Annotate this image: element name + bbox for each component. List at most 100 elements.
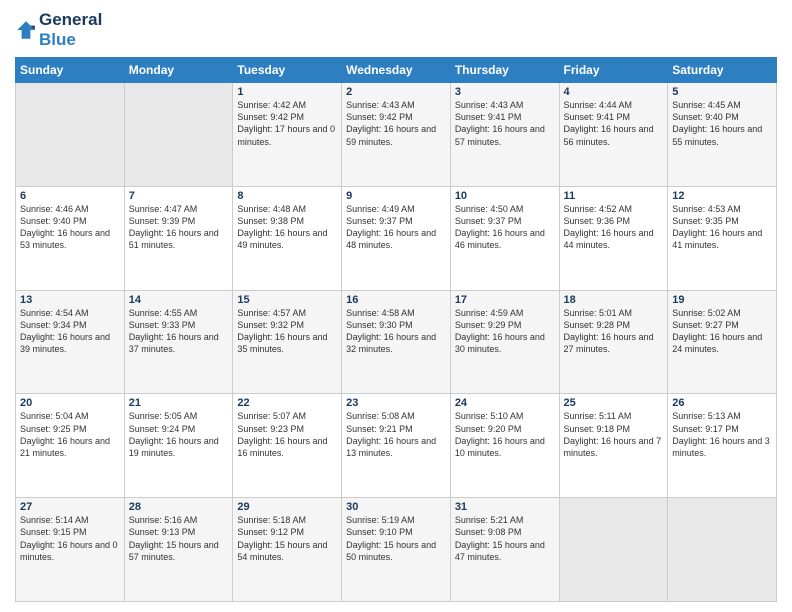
day-number: 31 xyxy=(455,501,555,513)
day-number: 12 xyxy=(672,190,772,202)
cell-info: Sunrise: 5:01 AMSunset: 9:28 PMDaylight:… xyxy=(564,307,664,356)
calendar-cell: 9Sunrise: 4:49 AMSunset: 9:37 PMDaylight… xyxy=(342,186,451,290)
calendar-cell: 31Sunrise: 5:21 AMSunset: 9:08 PMDayligh… xyxy=(450,498,559,602)
calendar-cell: 4Sunrise: 4:44 AMSunset: 9:41 PMDaylight… xyxy=(559,83,668,187)
calendar-cell: 30Sunrise: 5:19 AMSunset: 9:10 PMDayligh… xyxy=(342,498,451,602)
day-number: 24 xyxy=(455,397,555,409)
calendar-cell: 8Sunrise: 4:48 AMSunset: 9:38 PMDaylight… xyxy=(233,186,342,290)
day-number: 7 xyxy=(129,190,229,202)
cell-info: Sunrise: 5:02 AMSunset: 9:27 PMDaylight:… xyxy=(672,307,772,356)
header: General Blue xyxy=(15,10,777,49)
calendar-cell: 17Sunrise: 4:59 AMSunset: 9:29 PMDayligh… xyxy=(450,290,559,394)
day-number: 23 xyxy=(346,397,446,409)
calendar-cell: 3Sunrise: 4:43 AMSunset: 9:41 PMDaylight… xyxy=(450,83,559,187)
day-number: 8 xyxy=(237,190,337,202)
day-header-saturday: Saturday xyxy=(668,58,777,83)
day-number: 16 xyxy=(346,294,446,306)
calendar-week-4: 20Sunrise: 5:04 AMSunset: 9:25 PMDayligh… xyxy=(16,394,777,498)
day-number: 17 xyxy=(455,294,555,306)
cell-info: Sunrise: 5:07 AMSunset: 9:23 PMDaylight:… xyxy=(237,410,337,459)
day-header-friday: Friday xyxy=(559,58,668,83)
day-number: 2 xyxy=(346,86,446,98)
cell-info: Sunrise: 5:08 AMSunset: 9:21 PMDaylight:… xyxy=(346,410,446,459)
page: General Blue SundayMondayTuesdayWednesda… xyxy=(0,0,792,612)
cell-info: Sunrise: 4:58 AMSunset: 9:30 PMDaylight:… xyxy=(346,307,446,356)
calendar-cell: 29Sunrise: 5:18 AMSunset: 9:12 PMDayligh… xyxy=(233,498,342,602)
calendar-cell: 26Sunrise: 5:13 AMSunset: 9:17 PMDayligh… xyxy=(668,394,777,498)
cell-info: Sunrise: 5:19 AMSunset: 9:10 PMDaylight:… xyxy=(346,514,446,563)
calendar-cell: 21Sunrise: 5:05 AMSunset: 9:24 PMDayligh… xyxy=(124,394,233,498)
cell-info: Sunrise: 5:13 AMSunset: 9:17 PMDaylight:… xyxy=(672,410,772,459)
calendar-week-2: 6Sunrise: 4:46 AMSunset: 9:40 PMDaylight… xyxy=(16,186,777,290)
cell-info: Sunrise: 4:57 AMSunset: 9:32 PMDaylight:… xyxy=(237,307,337,356)
cell-info: Sunrise: 4:44 AMSunset: 9:41 PMDaylight:… xyxy=(564,99,664,148)
cell-info: Sunrise: 4:48 AMSunset: 9:38 PMDaylight:… xyxy=(237,203,337,252)
calendar-cell: 19Sunrise: 5:02 AMSunset: 9:27 PMDayligh… xyxy=(668,290,777,394)
day-number: 10 xyxy=(455,190,555,202)
calendar-cell: 23Sunrise: 5:08 AMSunset: 9:21 PMDayligh… xyxy=(342,394,451,498)
calendar-cell: 20Sunrise: 5:04 AMSunset: 9:25 PMDayligh… xyxy=(16,394,125,498)
calendar-cell: 7Sunrise: 4:47 AMSunset: 9:39 PMDaylight… xyxy=(124,186,233,290)
day-number: 22 xyxy=(237,397,337,409)
cell-info: Sunrise: 4:45 AMSunset: 9:40 PMDaylight:… xyxy=(672,99,772,148)
day-number: 11 xyxy=(564,190,664,202)
calendar-cell: 1Sunrise: 4:42 AMSunset: 9:42 PMDaylight… xyxy=(233,83,342,187)
cell-info: Sunrise: 4:49 AMSunset: 9:37 PMDaylight:… xyxy=(346,203,446,252)
day-header-monday: Monday xyxy=(124,58,233,83)
calendar-week-3: 13Sunrise: 4:54 AMSunset: 9:34 PMDayligh… xyxy=(16,290,777,394)
cell-info: Sunrise: 4:53 AMSunset: 9:35 PMDaylight:… xyxy=(672,203,772,252)
calendar-cell: 16Sunrise: 4:58 AMSunset: 9:30 PMDayligh… xyxy=(342,290,451,394)
cell-info: Sunrise: 5:16 AMSunset: 9:13 PMDaylight:… xyxy=(129,514,229,563)
cell-info: Sunrise: 4:47 AMSunset: 9:39 PMDaylight:… xyxy=(129,203,229,252)
calendar-table: SundayMondayTuesdayWednesdayThursdayFrid… xyxy=(15,57,777,602)
logo-icon xyxy=(15,19,37,41)
day-number: 13 xyxy=(20,294,120,306)
cell-info: Sunrise: 4:50 AMSunset: 9:37 PMDaylight:… xyxy=(455,203,555,252)
calendar-cell xyxy=(559,498,668,602)
cell-info: Sunrise: 4:46 AMSunset: 9:40 PMDaylight:… xyxy=(20,203,120,252)
cell-info: Sunrise: 5:18 AMSunset: 9:12 PMDaylight:… xyxy=(237,514,337,563)
day-number: 1 xyxy=(237,86,337,98)
logo: General Blue xyxy=(15,10,102,49)
day-header-sunday: Sunday xyxy=(16,58,125,83)
calendar-header-row: SundayMondayTuesdayWednesdayThursdayFrid… xyxy=(16,58,777,83)
day-number: 27 xyxy=(20,501,120,513)
calendar-cell: 5Sunrise: 4:45 AMSunset: 9:40 PMDaylight… xyxy=(668,83,777,187)
cell-info: Sunrise: 4:59 AMSunset: 9:29 PMDaylight:… xyxy=(455,307,555,356)
day-number: 29 xyxy=(237,501,337,513)
day-number: 18 xyxy=(564,294,664,306)
calendar-week-1: 1Sunrise: 4:42 AMSunset: 9:42 PMDaylight… xyxy=(16,83,777,187)
day-number: 26 xyxy=(672,397,772,409)
day-number: 15 xyxy=(237,294,337,306)
cell-info: Sunrise: 5:05 AMSunset: 9:24 PMDaylight:… xyxy=(129,410,229,459)
day-number: 28 xyxy=(129,501,229,513)
day-number: 6 xyxy=(20,190,120,202)
calendar-cell: 15Sunrise: 4:57 AMSunset: 9:32 PMDayligh… xyxy=(233,290,342,394)
day-number: 14 xyxy=(129,294,229,306)
calendar-cell: 11Sunrise: 4:52 AMSunset: 9:36 PMDayligh… xyxy=(559,186,668,290)
cell-info: Sunrise: 4:42 AMSunset: 9:42 PMDaylight:… xyxy=(237,99,337,148)
calendar-cell xyxy=(16,83,125,187)
day-number: 4 xyxy=(564,86,664,98)
calendar-cell: 27Sunrise: 5:14 AMSunset: 9:15 PMDayligh… xyxy=(16,498,125,602)
calendar-cell xyxy=(668,498,777,602)
calendar-cell: 22Sunrise: 5:07 AMSunset: 9:23 PMDayligh… xyxy=(233,394,342,498)
cell-info: Sunrise: 4:43 AMSunset: 9:42 PMDaylight:… xyxy=(346,99,446,148)
cell-info: Sunrise: 5:21 AMSunset: 9:08 PMDaylight:… xyxy=(455,514,555,563)
calendar-cell: 25Sunrise: 5:11 AMSunset: 9:18 PMDayligh… xyxy=(559,394,668,498)
calendar-cell: 14Sunrise: 4:55 AMSunset: 9:33 PMDayligh… xyxy=(124,290,233,394)
day-number: 5 xyxy=(672,86,772,98)
calendar-cell: 10Sunrise: 4:50 AMSunset: 9:37 PMDayligh… xyxy=(450,186,559,290)
calendar-cell: 12Sunrise: 4:53 AMSunset: 9:35 PMDayligh… xyxy=(668,186,777,290)
day-header-tuesday: Tuesday xyxy=(233,58,342,83)
logo-text: General Blue xyxy=(39,10,102,49)
day-header-wednesday: Wednesday xyxy=(342,58,451,83)
cell-info: Sunrise: 4:55 AMSunset: 9:33 PMDaylight:… xyxy=(129,307,229,356)
day-number: 21 xyxy=(129,397,229,409)
cell-info: Sunrise: 4:54 AMSunset: 9:34 PMDaylight:… xyxy=(20,307,120,356)
calendar-cell: 6Sunrise: 4:46 AMSunset: 9:40 PMDaylight… xyxy=(16,186,125,290)
cell-info: Sunrise: 5:04 AMSunset: 9:25 PMDaylight:… xyxy=(20,410,120,459)
day-number: 20 xyxy=(20,397,120,409)
day-header-thursday: Thursday xyxy=(450,58,559,83)
day-number: 9 xyxy=(346,190,446,202)
